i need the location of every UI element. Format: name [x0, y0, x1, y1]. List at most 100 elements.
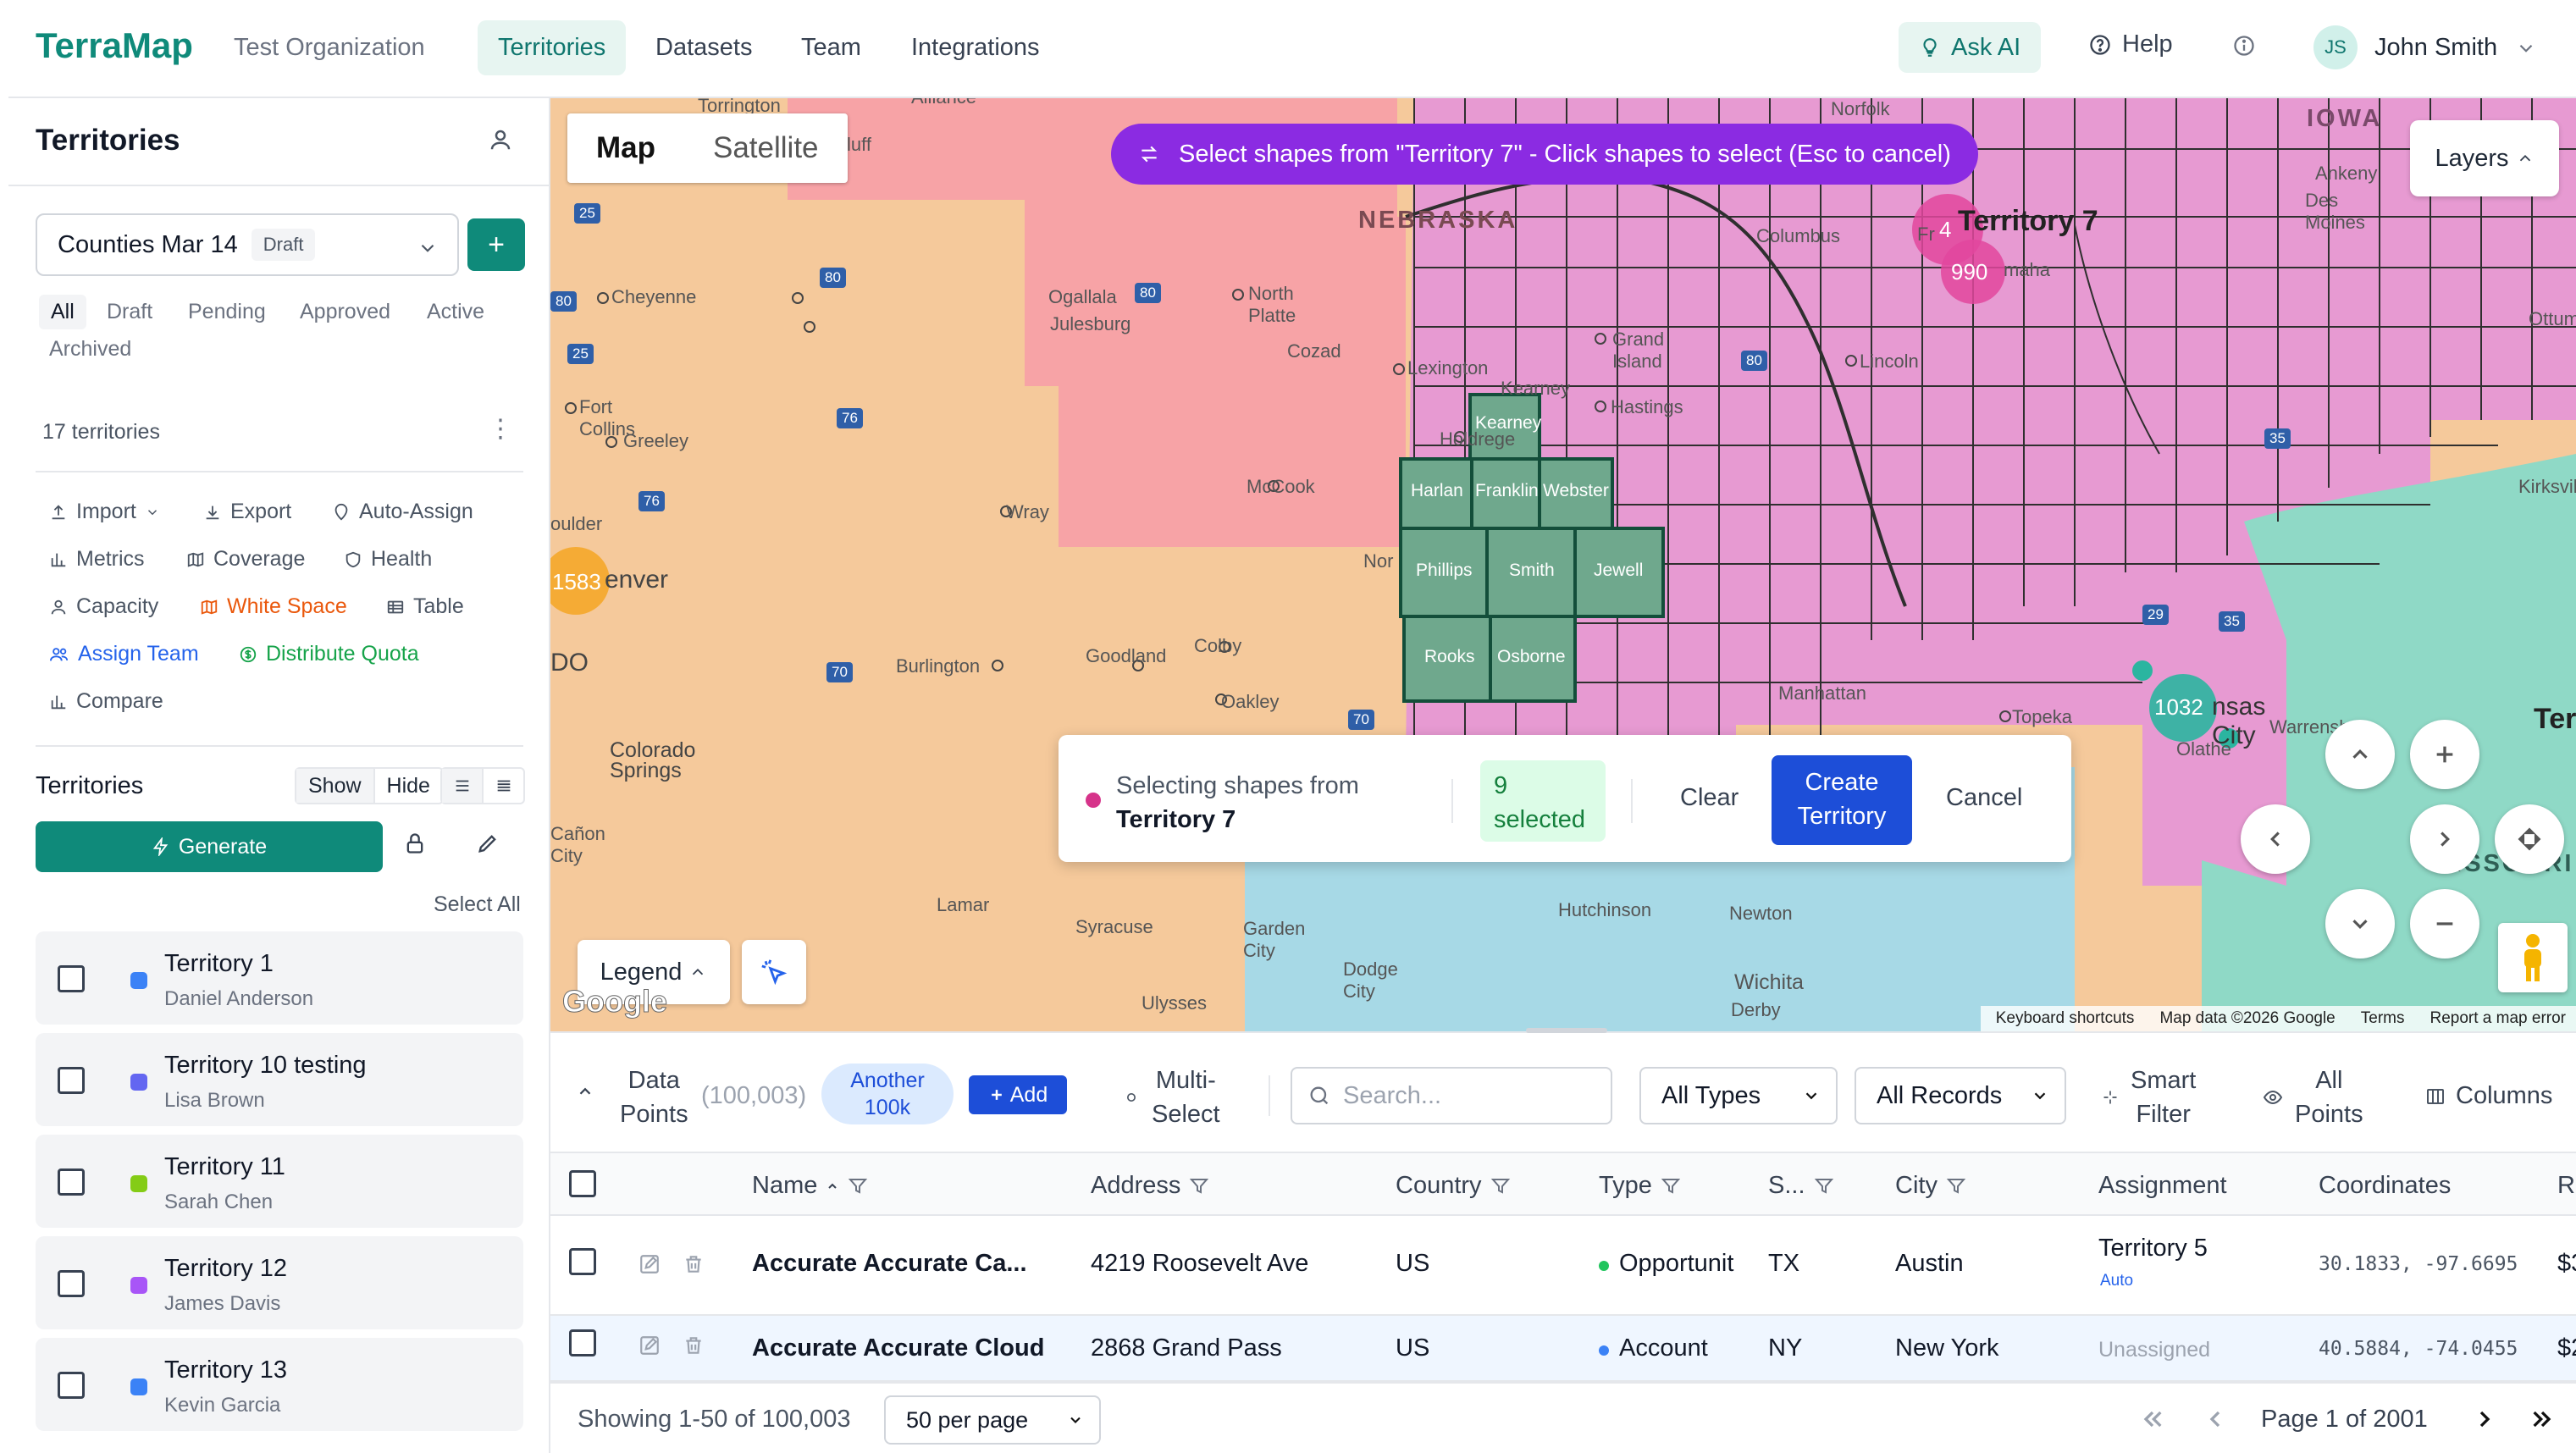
app-logo[interactable]: TerraMap: [36, 25, 193, 66]
terms-link[interactable]: Terms: [2361, 1009, 2405, 1028]
distribute-quota-button[interactable]: Distribute Quota: [239, 642, 419, 666]
keyboard-shortcuts-link[interactable]: Keyboard shortcuts: [1996, 1009, 2135, 1028]
filter-icon[interactable]: [1490, 1176, 1511, 1196]
export-button[interactable]: Export: [203, 500, 291, 524]
row-checkbox[interactable]: [569, 1248, 596, 1275]
last-page-icon[interactable]: [2529, 1406, 2556, 1433]
checkbox[interactable]: [58, 965, 85, 992]
map-type-map[interactable]: Map: [567, 113, 684, 183]
list-item[interactable]: Territory 1 Daniel Anderson: [36, 931, 523, 1025]
report-error-link[interactable]: Report a map error: [2430, 1009, 2566, 1028]
auto-assign-button[interactable]: Auto-Assign: [332, 500, 473, 524]
column-header-city[interactable]: City: [1895, 1172, 1966, 1200]
filter-icon[interactable]: [1189, 1176, 1209, 1196]
column-header-address[interactable]: Address: [1091, 1172, 1209, 1200]
trash-icon[interactable]: [683, 1253, 705, 1275]
another-100k-button[interactable]: Another 100k: [821, 1064, 954, 1124]
columns-button[interactable]: Columns: [2425, 1082, 2552, 1110]
compare-button[interactable]: Compare: [49, 689, 163, 714]
resize-handle[interactable]: [1526, 1028, 1607, 1033]
column-header-type[interactable]: Type: [1599, 1172, 1681, 1200]
filter-icon[interactable]: [1946, 1176, 1966, 1196]
add-button[interactable]: Add: [969, 1075, 1067, 1114]
filter-active[interactable]: Active: [427, 300, 484, 324]
pencil-icon[interactable]: [476, 831, 500, 855]
column-header-state[interactable]: S...: [1768, 1172, 1834, 1200]
table-button[interactable]: Table: [386, 594, 464, 619]
next-page-icon[interactable]: [2471, 1406, 2498, 1433]
pan-left-button[interactable]: [2241, 804, 2310, 874]
table-row[interactable]: Accurate Accurate Ca... 4219 Roosevelt A…: [550, 1216, 2576, 1316]
lock-icon[interactable]: [403, 831, 427, 855]
list-item[interactable]: Territory 12 James Davis: [36, 1236, 523, 1329]
type-filter-select[interactable]: All Types: [1639, 1067, 1838, 1124]
map-type-toggle[interactable]: Map Satellite: [567, 113, 848, 183]
import-button[interactable]: Import: [49, 500, 160, 524]
version-select[interactable]: Counties Mar 14 Draft: [36, 213, 459, 276]
user-icon[interactable]: [488, 127, 513, 152]
trash-icon[interactable]: [683, 1334, 705, 1356]
filter-archived[interactable]: Archived: [49, 337, 131, 362]
checkbox[interactable]: [58, 1067, 85, 1094]
checkbox[interactable]: [58, 1168, 85, 1196]
point-marker[interactable]: [2132, 660, 2153, 681]
filter-approved[interactable]: Approved: [300, 300, 390, 324]
edit-icon[interactable]: [638, 1253, 661, 1275]
user-name[interactable]: John Smith: [2374, 34, 2497, 62]
show-hide-toggle[interactable]: Show Hide: [295, 767, 444, 804]
column-header-coordinates[interactable]: Coordinates: [2319, 1172, 2451, 1200]
column-header-revenue[interactable]: Re: [2557, 1172, 2576, 1200]
column-header-name[interactable]: Name: [752, 1172, 868, 1200]
nav-territories[interactable]: Territories: [478, 20, 627, 75]
cell-name[interactable]: Accurate Accurate Ca...: [752, 1250, 1027, 1278]
nav-datasets[interactable]: Datasets: [655, 34, 752, 62]
help-button[interactable]: Help: [2088, 30, 2173, 58]
edit-icon[interactable]: [638, 1334, 661, 1356]
layers-button[interactable]: Layers: [2410, 120, 2559, 196]
zoom-in-button[interactable]: [2410, 720, 2479, 789]
filter-all[interactable]: All: [39, 295, 86, 329]
capacity-button[interactable]: Capacity: [49, 594, 158, 619]
more-options-icon[interactable]: ⋮: [488, 417, 513, 442]
collapse-icon[interactable]: [576, 1082, 594, 1101]
add-version-button[interactable]: +: [467, 218, 525, 271]
hide-button[interactable]: Hide: [375, 769, 442, 803]
multi-select-button[interactable]: Multi- Select: [1123, 1064, 1220, 1131]
filter-icon[interactable]: [848, 1176, 868, 1196]
checkbox[interactable]: [58, 1372, 85, 1399]
map-type-satellite[interactable]: Satellite: [684, 113, 848, 183]
checkbox[interactable]: [58, 1270, 85, 1297]
create-territory-button[interactable]: Create Territory: [1772, 755, 1912, 845]
column-header-country[interactable]: Country: [1396, 1172, 1511, 1200]
filter-icon[interactable]: [1661, 1176, 1681, 1196]
select-all-checkbox[interactable]: [569, 1170, 596, 1197]
zoom-out-button[interactable]: [2410, 889, 2479, 959]
row-checkbox[interactable]: [569, 1329, 596, 1356]
white-space-button[interactable]: White Space: [200, 594, 347, 619]
select-shapes-tool-button[interactable]: [742, 940, 806, 1004]
assign-team-button[interactable]: Assign Team: [49, 642, 199, 666]
cell-name[interactable]: Accurate Accurate Cloud: [752, 1334, 1044, 1362]
column-header-assignment[interactable]: Assignment: [2098, 1172, 2227, 1200]
per-page-select[interactable]: 50 per page: [884, 1395, 1101, 1445]
list-view-icon[interactable]: [442, 769, 484, 803]
street-view-pegman[interactable]: [2498, 923, 2568, 992]
health-button[interactable]: Health: [344, 547, 432, 572]
pan-right-button[interactable]: [2410, 804, 2479, 874]
view-toggle[interactable]: [440, 767, 525, 804]
organization-name[interactable]: Test Organization: [234, 34, 425, 62]
nav-team[interactable]: Team: [801, 34, 861, 62]
pan-up-button[interactable]: [2325, 720, 2395, 789]
clear-button[interactable]: Clear: [1680, 784, 1739, 812]
table-row[interactable]: Accurate Accurate Cloud 2868 Grand Pass …: [550, 1316, 2576, 1382]
all-points-button[interactable]: All Points: [2263, 1064, 2363, 1131]
show-button[interactable]: Show: [296, 769, 375, 803]
cancel-button[interactable]: Cancel: [1946, 784, 2022, 812]
map-canvas[interactable]: NEBRASKA IOWA MISSOURI Territory 7 Ter 1…: [550, 98, 2576, 1031]
filter-draft[interactable]: Draft: [107, 300, 152, 324]
records-filter-select[interactable]: All Records: [1855, 1067, 2066, 1124]
nav-integrations[interactable]: Integrations: [911, 34, 1040, 62]
first-page-icon[interactable]: [2139, 1406, 2166, 1433]
list-item[interactable]: Territory 10 testing Lisa Brown: [36, 1033, 523, 1126]
previous-page-icon[interactable]: [2202, 1406, 2229, 1433]
